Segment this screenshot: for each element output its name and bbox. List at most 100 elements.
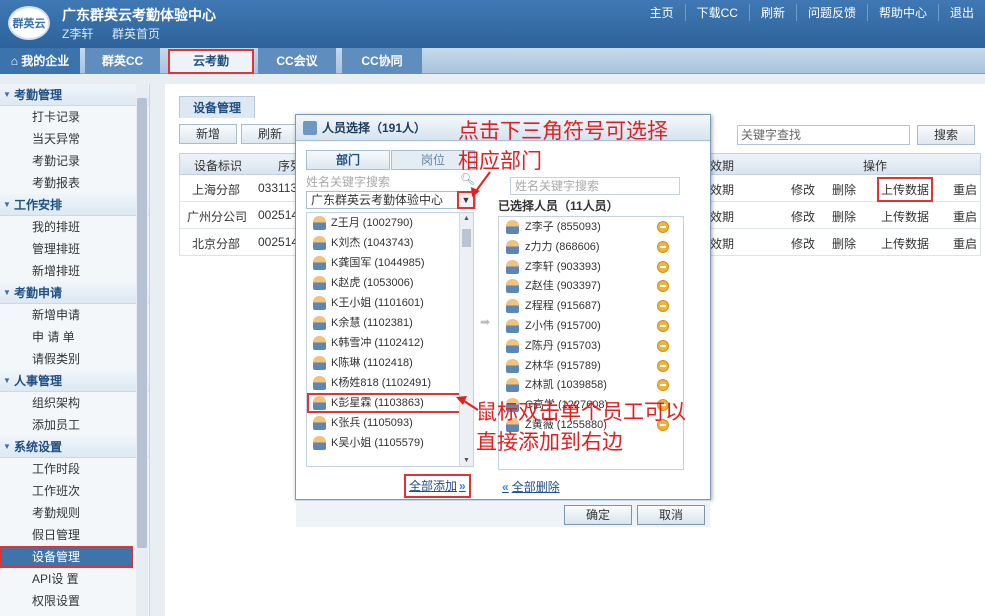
- sidebar-group-attendance[interactable]: 考勤管理: [0, 84, 149, 106]
- sidebar-item[interactable]: 新增排班: [0, 260, 149, 282]
- list-item[interactable]: K吴小姐 (1105579): [307, 433, 473, 453]
- nav-tab-cloud-attendance[interactable]: 云考勤: [168, 49, 254, 74]
- list-item[interactable]: z力力 (868606): [499, 237, 683, 257]
- edit-link[interactable]: 修改: [791, 235, 815, 252]
- list-item[interactable]: Z程程 (915687): [499, 296, 683, 316]
- upload-data-link[interactable]: 上传数据: [881, 208, 929, 225]
- list-item[interactable]: K杨姓818 (1102491): [307, 373, 473, 393]
- list-item[interactable]: Z李轩 (903393): [499, 257, 683, 277]
- list-item-highlighted[interactable]: K彭星霖 (1103863): [307, 393, 473, 413]
- edit-link[interactable]: 修改: [791, 181, 815, 198]
- tab-device-management[interactable]: 设备管理: [179, 96, 255, 118]
- list-item[interactable]: K王小姐 (1101601): [307, 293, 473, 313]
- add-all-button[interactable]: 全部添加»: [404, 474, 471, 498]
- restart-link[interactable]: 重启: [953, 181, 977, 198]
- sidebar-group-system[interactable]: 系统设置: [0, 436, 149, 458]
- confirm-button[interactable]: 确定: [564, 505, 632, 525]
- sidebar-item[interactable]: 添加员工: [0, 414, 149, 436]
- top-link-refresh[interactable]: 刷新: [748, 4, 796, 21]
- sidebar-item[interactable]: 申 请 单: [0, 326, 149, 348]
- sidebar-item[interactable]: 我的排班: [0, 216, 149, 238]
- edit-link[interactable]: 修改: [791, 208, 815, 225]
- remove-icon[interactable]: [657, 379, 669, 392]
- list-item[interactable]: Z林凯 (1039858): [499, 375, 683, 395]
- sidebar-group-schedule[interactable]: 工作安排: [0, 194, 149, 216]
- scrollbar-thumb[interactable]: [462, 229, 471, 247]
- list-item[interactable]: K赵虎 (1053006): [307, 273, 473, 293]
- refresh-button[interactable]: 刷新: [241, 124, 299, 144]
- nav-tab-cc-meeting[interactable]: CC会议: [258, 48, 336, 74]
- sidebar-item[interactable]: 工作班次: [0, 480, 149, 502]
- sidebar-item[interactable]: 假日管理: [0, 524, 149, 546]
- sidebar-item[interactable]: 考勤记录: [0, 150, 149, 172]
- sidebar-item[interactable]: 组织架构: [0, 392, 149, 414]
- top-link-help[interactable]: 帮助中心: [866, 4, 938, 21]
- delete-link[interactable]: 删除: [832, 235, 856, 252]
- nav-tab-qunying-cc[interactable]: 群英CC: [85, 48, 160, 74]
- user-name[interactable]: Z李轩: [62, 25, 93, 42]
- remove-icon[interactable]: [657, 319, 669, 332]
- remove-all-button[interactable]: «全部删除: [502, 478, 560, 495]
- upload-data-link[interactable]: 上传数据: [881, 235, 929, 252]
- delete-link[interactable]: 删除: [832, 181, 856, 198]
- tab-department[interactable]: 部门: [306, 150, 390, 170]
- transfer-arrow-icon[interactable]: ➡: [480, 315, 490, 329]
- top-link-home[interactable]: 主页: [639, 4, 685, 21]
- cancel-button[interactable]: 取消: [637, 505, 705, 525]
- list-item[interactable]: K刘杰 (1043743): [307, 233, 473, 253]
- list-item[interactable]: Z林华 (915789): [499, 356, 683, 376]
- scroll-up-icon[interactable]: ▲: [463, 215, 470, 222]
- sidebar-group-apply[interactable]: 考勤申请: [0, 282, 149, 304]
- remove-icon[interactable]: [657, 339, 669, 352]
- sidebar-group-hr[interactable]: 人事管理: [0, 370, 149, 392]
- list-item[interactable]: K余慧 (1102381): [307, 313, 473, 333]
- sidebar-item[interactable]: 工作时段: [0, 458, 149, 480]
- list-scrollbar[interactable]: ▲ ▼: [459, 213, 473, 466]
- restart-link[interactable]: 重启: [953, 235, 977, 252]
- sidebar-item[interactable]: 当天异常: [0, 128, 149, 150]
- sidebar-item[interactable]: 新增申请: [0, 304, 149, 326]
- sidebar-item-device-management[interactable]: 设备管理: [0, 546, 133, 568]
- remove-icon[interactable]: [657, 240, 669, 253]
- list-item[interactable]: Z李子 (855093): [499, 217, 683, 237]
- sidebar-item[interactable]: 打卡记录: [0, 106, 149, 128]
- list-item[interactable]: Z小伟 (915700): [499, 316, 683, 336]
- sidebar-scrollbar[interactable]: [136, 84, 148, 616]
- top-link-download-cc[interactable]: 下载CC: [684, 4, 749, 21]
- remove-icon[interactable]: [657, 359, 669, 372]
- remove-icon[interactable]: [657, 300, 669, 313]
- scrollbar-thumb[interactable]: [137, 98, 147, 548]
- left-search-input[interactable]: 姓名关键字搜索: [306, 173, 476, 189]
- department-select[interactable]: 广东群英云考勤体验中心 ▼: [306, 191, 476, 209]
- sidebar-item[interactable]: 权限设置: [0, 590, 149, 612]
- sidebar-item[interactable]: 考勤报表: [0, 172, 149, 194]
- add-button[interactable]: 新增: [179, 124, 237, 144]
- top-link-logout[interactable]: 退出: [937, 4, 985, 21]
- list-item[interactable]: K张兵 (1105093): [307, 413, 473, 433]
- list-item[interactable]: Z王月 (1002790): [307, 213, 473, 233]
- sidebar-item[interactable]: 请假类别: [0, 348, 149, 370]
- list-item[interactable]: K韩雪冲 (1102412): [307, 333, 473, 353]
- delete-link[interactable]: 删除: [832, 208, 856, 225]
- sidebar-item[interactable]: API设 置: [0, 568, 149, 590]
- scroll-down-icon[interactable]: ▼: [463, 457, 470, 464]
- group-home-link[interactable]: 群英首页: [112, 25, 160, 42]
- list-item[interactable]: K陈琳 (1102418): [307, 353, 473, 373]
- remove-icon[interactable]: [657, 221, 669, 233]
- upload-data-link[interactable]: 上传数据: [877, 177, 934, 202]
- list-item[interactable]: Z陈丹 (915703): [499, 336, 683, 356]
- restart-link[interactable]: 重启: [953, 208, 977, 225]
- remove-icon[interactable]: [657, 280, 669, 293]
- keyword-search-input[interactable]: 关键字查找: [737, 125, 910, 145]
- nav-my-enterprise[interactable]: ⌂ 我的企业: [0, 48, 80, 74]
- list-item[interactable]: K龚国军 (1044985): [307, 253, 473, 273]
- nav-tab-cc-collab[interactable]: CC协同: [342, 48, 422, 74]
- dropdown-arrow-icon[interactable]: ▼: [457, 191, 475, 209]
- list-item[interactable]: Z赵佳 (903397): [499, 276, 683, 296]
- sidebar-item[interactable]: 考勤规则: [0, 502, 149, 524]
- remove-icon[interactable]: [657, 260, 669, 273]
- right-search-input[interactable]: 姓名关键字搜索: [510, 177, 680, 195]
- search-button[interactable]: 搜索: [917, 125, 975, 145]
- sidebar-item[interactable]: 管理排班: [0, 238, 149, 260]
- top-link-feedback[interactable]: 问题反馈: [795, 4, 867, 21]
